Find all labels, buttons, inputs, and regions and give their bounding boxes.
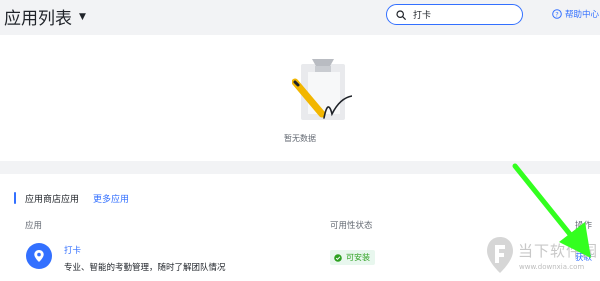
app-description: 专业、智能的考勤管理，随时了解团队情况: [64, 263, 226, 273]
watermark-url: www.downxia.com: [519, 263, 585, 271]
watermark-logo-icon: [487, 237, 513, 273]
more-apps-link[interactable]: 更多应用: [93, 192, 129, 205]
column-header-status: 可用性状态: [330, 221, 373, 231]
status-badge: 可安装: [330, 250, 375, 265]
help-center-link[interactable]: ? 帮助中心: [552, 8, 599, 20]
column-header-app: 应用: [25, 221, 43, 231]
app-list-dropdown[interactable]: 应用列表 ▼: [4, 4, 86, 29]
search-icon: [396, 9, 406, 20]
watermark-brand: 当下软件园: [518, 242, 599, 260]
column-header-operation: 操作: [575, 221, 593, 231]
app-name-link[interactable]: 打卡: [64, 244, 81, 256]
search-input[interactable]: [413, 9, 513, 20]
location-pin-icon: [26, 243, 52, 269]
empty-state-panel: 暂无数据: [0, 35, 600, 161]
empty-state-text: 暂无数据: [284, 134, 316, 143]
section-title: 应用商店应用: [25, 195, 80, 205]
help-center-label: 帮助中心: [565, 10, 600, 20]
empty-clipboard-icon: [292, 59, 352, 120]
help-icon: ?: [552, 9, 562, 19]
status-label: 可安装: [346, 253, 370, 262]
search-box[interactable]: [386, 4, 523, 25]
watermark: 当下软件园 www.downxia.com: [486, 236, 600, 281]
caret-down-icon: ▼: [79, 11, 86, 22]
page-title: 应用列表: [4, 9, 72, 29]
check-circle-icon: [334, 253, 342, 262]
top-bar: 应用列表 ▼ ? 帮助中心: [0, 0, 600, 34]
svg-text:?: ?: [555, 10, 558, 18]
section-accent-bar: [14, 192, 16, 204]
